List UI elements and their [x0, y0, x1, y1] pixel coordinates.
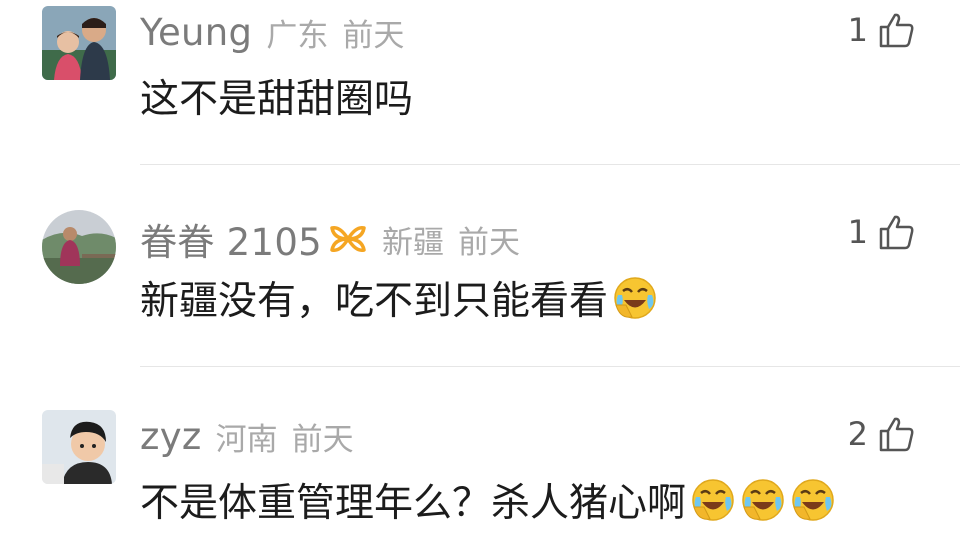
comment-list: Yeung 广东 前天 这不是甜甜圈吗 1 眷眷 2105 新疆 前天 新疆没有… [0, 0, 960, 547]
timestamp: 前天 [291, 422, 354, 458]
laughing-crying-emoji-icon [740, 477, 786, 523]
divider [140, 366, 960, 367]
comment-text-content: 新疆没有，吃不到只能看看 [140, 279, 609, 324]
user-avatar[interactable] [42, 410, 116, 484]
comment-meta: 眷眷 2105 新疆 前天 [140, 212, 520, 266]
comment-text-content: 这不是甜甜圈吗 [140, 77, 414, 122]
comment-item: zyz 河南 前天 不是体重管理年么？杀人猪心啊 2 [0, 404, 960, 547]
divider [140, 164, 960, 165]
like-count: 1 [847, 11, 868, 49]
comment-text: 不是体重管理年么？杀人猪心啊 [140, 472, 836, 528]
laughing-crying-emoji-icon [612, 275, 658, 321]
like-button[interactable]: 2 [848, 414, 916, 454]
location-label: 广东 [266, 18, 329, 54]
username[interactable]: 眷眷 2105 [140, 212, 322, 266]
thumbs-up-icon [876, 212, 916, 252]
like-count: 1 [847, 213, 868, 251]
like-button[interactable]: 1 [848, 212, 916, 252]
comment-meta: Yeung 广东 前天 [140, 10, 404, 55]
timestamp: 前天 [342, 18, 405, 54]
thumbs-up-icon [876, 10, 916, 50]
user-avatar[interactable] [42, 6, 116, 80]
timestamp: 前天 [458, 224, 521, 261]
location-label: 新疆 [382, 224, 445, 261]
comment-text: 这不是甜甜圈吗 [140, 68, 413, 124]
like-button[interactable]: 1 [848, 10, 916, 50]
user-avatar[interactable] [42, 210, 116, 284]
username[interactable]: zyz [140, 415, 202, 458]
username[interactable]: Yeung [140, 11, 252, 54]
location-label: 河南 [215, 422, 278, 458]
laughing-crying-emoji-icon [790, 477, 836, 523]
like-count: 2 [847, 415, 868, 453]
comment-text: 新疆没有，吃不到只能看看 [140, 270, 658, 326]
comment-text-content: 不是体重管理年么？杀人猪心啊 [140, 481, 687, 526]
comment-item: 眷眷 2105 新疆 前天 新疆没有，吃不到只能看看 1 [0, 202, 960, 362]
vip-badge-icon [328, 222, 368, 256]
thumbs-up-icon [876, 414, 916, 454]
laughing-crying-emoji-icon [690, 477, 736, 523]
comment-meta: zyz 河南 前天 [140, 414, 354, 459]
comment-item: Yeung 广东 前天 这不是甜甜圈吗 1 [0, 0, 960, 160]
